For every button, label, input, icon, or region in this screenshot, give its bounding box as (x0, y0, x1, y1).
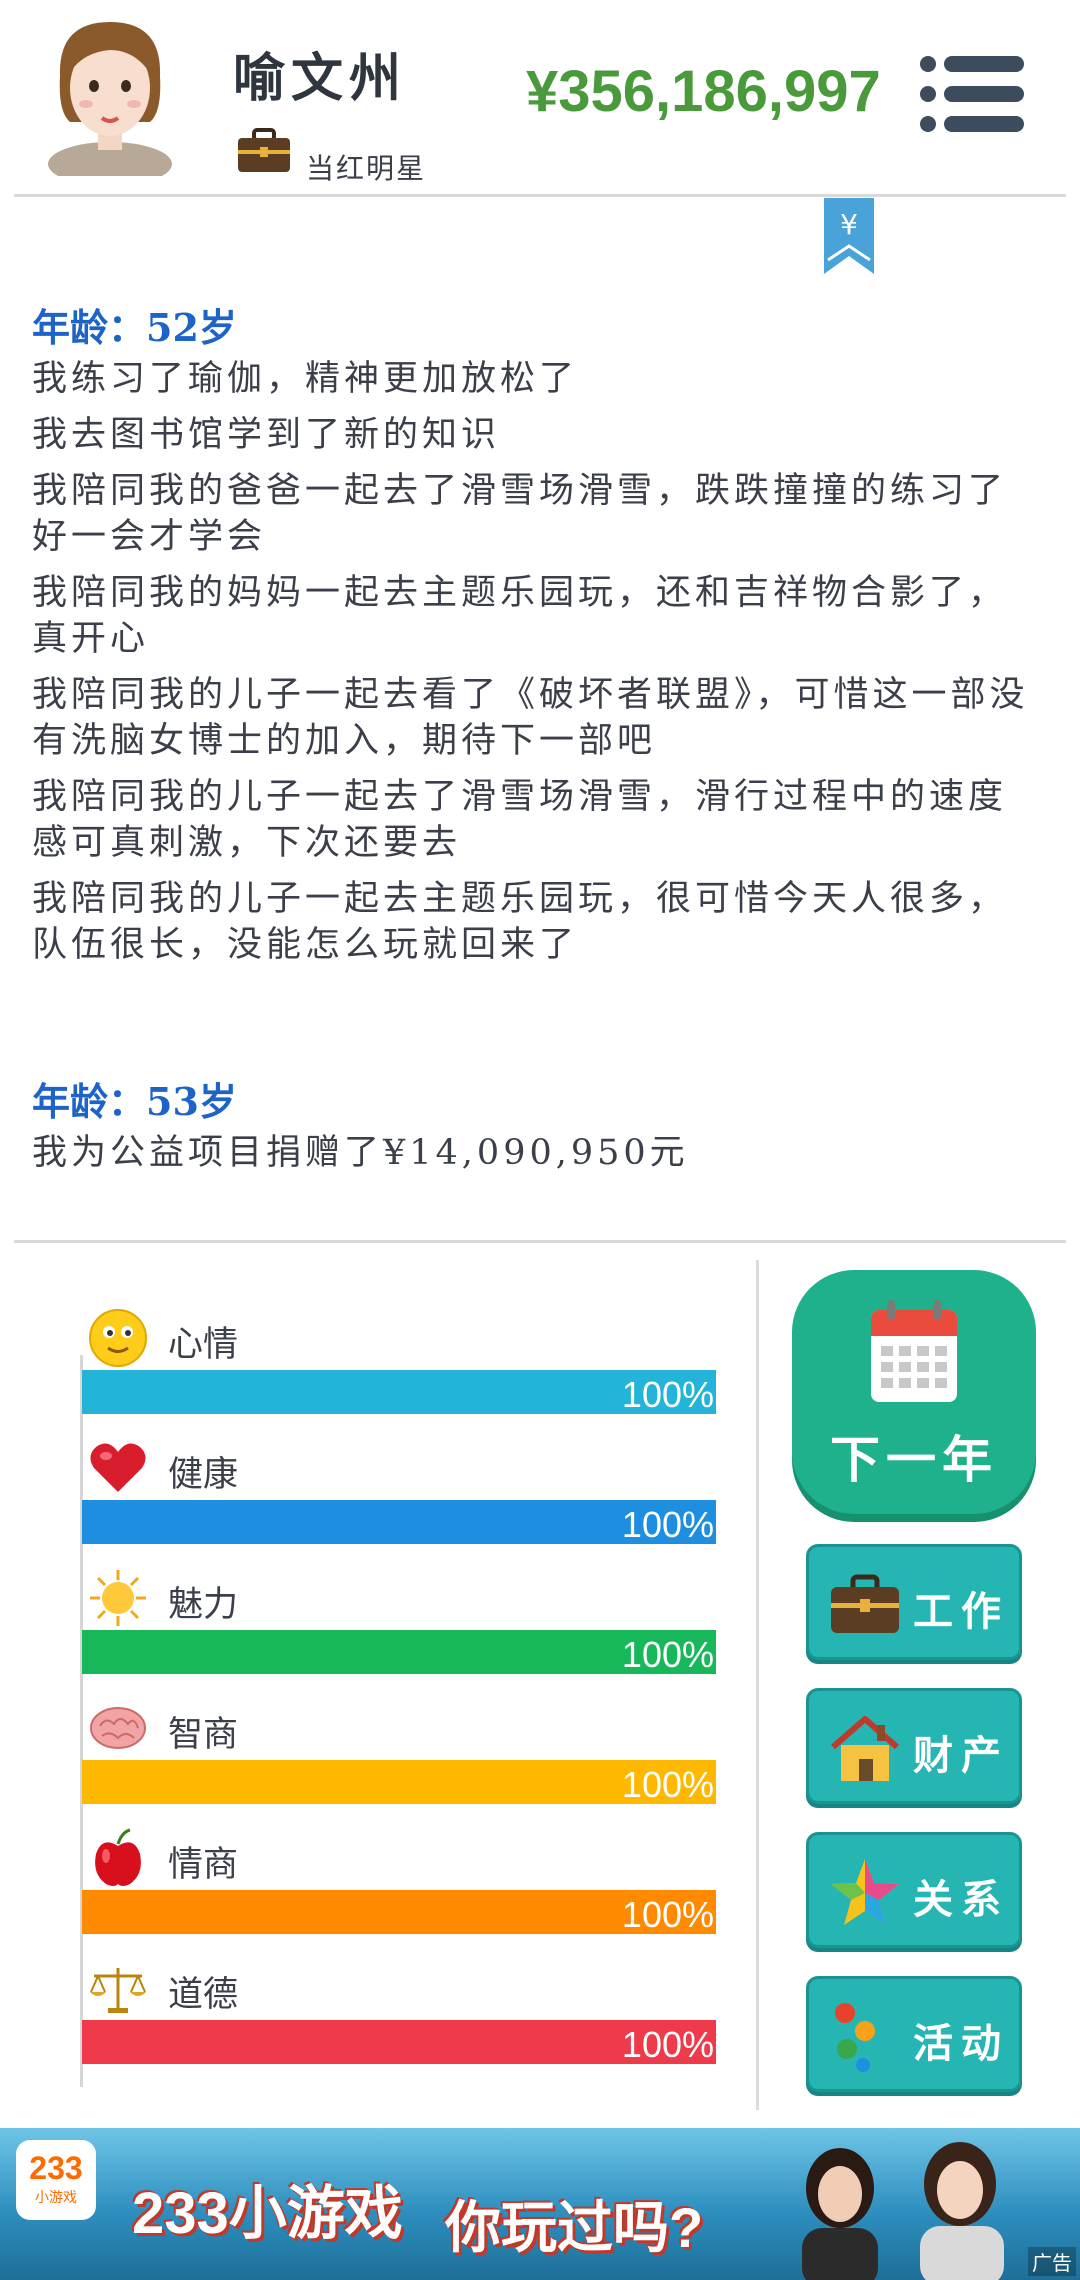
relations-label: 关系 (913, 1876, 1009, 1923)
stat-percent: 100% (621, 1374, 714, 1415)
stat-charm: 魅力 100% (82, 1568, 716, 1678)
assets-button[interactable]: 财产 (806, 1688, 1022, 1804)
heart-icon (90, 1443, 146, 1492)
house-icon (831, 1716, 899, 1781)
stat-bar: 100% (82, 2020, 716, 2065)
ad-headline-2: 你玩过吗? (445, 2196, 704, 2259)
scales-icon (90, 1968, 146, 2013)
ad-people-image (802, 2142, 1004, 2280)
next-year-button[interactable]: 下一年 (792, 1270, 1036, 1514)
stat-iq: 智商 100% (82, 1698, 716, 1808)
briefcase-icon (831, 1574, 899, 1633)
log-entry: 我陪同我的儿子一起去看了《破坏者联盟》，可惜这一部没有洗脑女博士的加入，期待下一… (32, 675, 1029, 761)
stat-eq: 情商 100% (82, 1828, 716, 1938)
yuan-bookmark-icon[interactable]: ¥ (822, 198, 876, 276)
log-section-age-52: 年龄：52岁 我练习了瑜伽，精神更加放松了 我去图书馆学到了新的知识 我陪同我的… (32, 300, 1042, 968)
log-entry: 我去图书馆学到了新的知识 (32, 415, 501, 455)
stat-fill (82, 1760, 716, 1804)
age-heading: 年龄：52岁 (32, 305, 237, 350)
ad-tag: 广告 (1028, 2247, 1076, 2276)
stat-label: 道德 (168, 1975, 239, 2015)
stat-percent: 100% (621, 2024, 714, 2065)
avatar[interactable] (40, 14, 180, 176)
panel-divider (756, 1260, 759, 2110)
log-entry: 我为公益项目捐赠了¥14,090,950元 (32, 1133, 689, 1173)
star-icon (831, 1859, 899, 1925)
svg-text:¥: ¥ (840, 208, 858, 241)
calendar-icon (871, 1300, 957, 1402)
stat-health: 健康 100% (82, 1438, 716, 1548)
log-entry: 我练习了瑜伽，精神更加放松了 (32, 359, 579, 399)
stat-morality: 道德 100% (82, 1958, 716, 2068)
header: 喻文州 当红明星 ¥356,186,997 (0, 0, 1080, 196)
stat-label: 情商 (168, 1845, 239, 1885)
menu-icon[interactable] (918, 54, 1026, 134)
player-name: 喻文州 (233, 48, 408, 109)
log-entry: 我陪同我的妈妈一起去主题乐园玩，还和吉祥物合影了，真开心 (32, 573, 1008, 659)
stat-label: 智商 (168, 1715, 239, 1755)
relations-button[interactable]: 关系 (806, 1832, 1022, 1948)
stat-fill (82, 1500, 716, 1544)
age-heading: 年龄：53岁 (32, 1079, 237, 1124)
work-button[interactable]: 工作 (806, 1544, 1022, 1660)
stat-label: 心情 (168, 1325, 239, 1365)
ad-headline-1: 233小游戏 (132, 2181, 403, 2246)
ad-logo-number: 233 (29, 2150, 83, 2186)
stat-bar: 100% (82, 1760, 716, 1805)
activity-dots-icon (835, 2003, 875, 2072)
ad-banner[interactable]: 233 小游戏 233小游戏 你玩过吗? 广告 (0, 2128, 1080, 2280)
stat-label: 健康 (168, 1455, 239, 1495)
job-title: 当红明星 (306, 152, 427, 185)
brain-icon (90, 1707, 146, 1749)
life-log: 年龄：52岁 我练习了瑜伽，精神更加放松了 我去图书馆学到了新的知识 我陪同我的… (32, 300, 1042, 1186)
log-entry: 我陪同我的爸爸一起去了滑雪场滑雪，跌跌撞撞的练习了好一会才学会 (32, 471, 1008, 557)
activities-label: 活动 (913, 2020, 1009, 2067)
smiley-icon (89, 1309, 147, 1367)
activities-button[interactable]: 活动 (806, 1976, 1022, 2092)
briefcase-icon (238, 128, 290, 172)
log-entry: 我陪同我的儿子一起去了滑雪场滑雪，滑行过程中的速度感可真刺激，下次还要去 (32, 777, 1008, 863)
log-divider (14, 1240, 1066, 1243)
stat-mood: 心情 100% (82, 1308, 716, 1418)
stat-fill (82, 1630, 716, 1674)
stat-fill (82, 1370, 716, 1414)
stat-percent: 100% (621, 1634, 714, 1675)
stat-bar: 100% (82, 1630, 716, 1675)
next-year-label: 下一年 (830, 1430, 998, 1489)
money-balance: ¥356,186,997 (526, 59, 881, 124)
apple-icon (95, 1828, 141, 1886)
stat-fill (82, 2020, 716, 2064)
log-section-age-53: 年龄：53岁 我为公益项目捐赠了¥14,090,950元 (32, 1074, 1042, 1176)
stat-percent: 100% (621, 1894, 714, 1935)
ad-logo-sub: 小游戏 (35, 2190, 77, 2206)
stat-fill (82, 1890, 716, 1934)
assets-label: 财产 (913, 1732, 1009, 1779)
stat-percent: 100% (621, 1504, 714, 1545)
sun-icon (90, 1570, 146, 1626)
ad-logo: 233 小游戏 (16, 2140, 96, 2220)
stat-percent: 100% (621, 1764, 714, 1805)
stat-bar: 100% (82, 1370, 716, 1415)
stat-label: 魅力 (168, 1585, 239, 1625)
header-divider (14, 194, 1066, 197)
log-entry: 我陪同我的儿子一起去主题乐园玩，很可惜今天人很多，队伍很长，没能怎么玩就回来了 (32, 879, 1008, 965)
work-label: 工作 (913, 1588, 1009, 1635)
stat-bar: 100% (82, 1890, 716, 1935)
stat-bar: 100% (82, 1500, 716, 1545)
